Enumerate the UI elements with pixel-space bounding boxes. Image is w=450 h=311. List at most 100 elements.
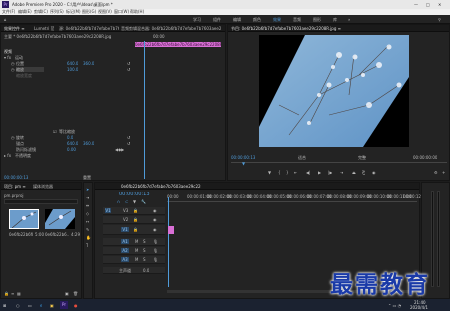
anchor-y-value[interactable]: 360.0 bbox=[83, 141, 94, 146]
track-a2-mic-icon[interactable]: 🎙 bbox=[153, 248, 158, 253]
premiere-taskbar-icon[interactable]: Pr bbox=[60, 301, 68, 309]
list-view-icon[interactable]: ≡ bbox=[11, 291, 14, 296]
menu-marker[interactable]: 标记(M) bbox=[66, 9, 81, 14]
track-v1-lock-icon[interactable]: 🔒 bbox=[133, 227, 138, 232]
ripple-edit-tool-icon[interactable]: ⇹ bbox=[86, 203, 89, 208]
workspace-color[interactable]: 颜色 bbox=[253, 17, 261, 22]
quality-dropdown[interactable]: 完整 bbox=[358, 155, 366, 160]
timeline-playhead[interactable] bbox=[168, 197, 169, 287]
track-source-v1[interactable]: V1 bbox=[105, 208, 111, 213]
step-forward-icon[interactable]: |▶ bbox=[328, 170, 332, 175]
reset-label[interactable]: 重置 bbox=[83, 175, 91, 180]
tab-audio-clip-mixer[interactable]: 音频剪辑混合器: 0e6fb22b6fb7d7efabe7b7603aee29c… bbox=[121, 26, 221, 31]
anchor-x-value[interactable]: 640.0 bbox=[67, 141, 78, 146]
track-a2[interactable]: A2 M S 🎙 bbox=[103, 247, 165, 255]
effect-controls-timecode[interactable]: 00:00:00:13 bbox=[4, 175, 28, 180]
position-x-value[interactable]: 640.0 bbox=[67, 61, 78, 66]
lift-icon[interactable]: ⏏ bbox=[352, 170, 356, 175]
menu-sequence[interactable]: 序列(S) bbox=[50, 9, 64, 14]
delete-icon[interactable]: 🗑 bbox=[73, 291, 78, 296]
reset-rotation-icon[interactable]: ↺ bbox=[127, 135, 130, 140]
menu-file[interactable]: 文件(F) bbox=[2, 9, 15, 14]
timeline-settings-icon[interactable]: 🔧 bbox=[141, 199, 146, 204]
home-icon[interactable]: ⌂ bbox=[4, 17, 7, 22]
type-tool-icon[interactable]: T bbox=[86, 243, 88, 248]
tab-lumetri-scopes[interactable]: Lumetri 范围 bbox=[34, 26, 54, 31]
minimize-button[interactable]: — bbox=[414, 2, 418, 7]
export-frame-icon[interactable]: ◉ bbox=[372, 170, 376, 175]
mark-in-icon[interactable]: { bbox=[278, 170, 281, 175]
stopwatch-position-icon[interactable]: ◷ bbox=[11, 61, 15, 66]
lock-icon[interactable]: 🔒 bbox=[4, 291, 9, 296]
tab-source[interactable]: 源: 0e6fb22b6fb7d7efabe7b7603aee29c2208R.… bbox=[59, 26, 119, 31]
close-button[interactable]: ✕ bbox=[438, 2, 441, 7]
mark-out-icon[interactable]: } bbox=[286, 170, 289, 175]
scale-value[interactable]: 100.0 bbox=[67, 67, 78, 72]
stopwatch-scale-icon[interactable]: ◷ bbox=[11, 67, 15, 72]
flicker-value[interactable]: 0.00 bbox=[67, 147, 76, 152]
menu-edit[interactable]: 编辑(E) bbox=[18, 9, 32, 14]
razor-tool-icon[interactable]: ◇ bbox=[86, 211, 89, 216]
task-view-icon[interactable]: ▭ bbox=[28, 303, 32, 308]
workspace-audio[interactable]: 音频 bbox=[293, 17, 301, 22]
edge-icon[interactable]: e bbox=[40, 303, 42, 308]
track-a2-mute[interactable]: M bbox=[135, 248, 138, 253]
scale-slider-area[interactable] bbox=[4, 79, 128, 123]
menu-view[interactable]: 视图(V) bbox=[98, 9, 112, 14]
project-search[interactable] bbox=[4, 199, 78, 204]
menu-graphics[interactable]: 图形(G) bbox=[82, 9, 96, 14]
tab-effect-controls[interactable]: 效果控件 ≡ bbox=[4, 26, 25, 31]
track-a3-label[interactable]: A3 bbox=[121, 257, 129, 262]
media-thumbnail-1[interactable] bbox=[9, 209, 39, 229]
taskbar-search-icon[interactable]: ○ bbox=[16, 303, 20, 308]
keyframe-nav-icon[interactable]: ◀◆▶ bbox=[115, 147, 124, 152]
track-a3-solo[interactable]: S bbox=[143, 257, 146, 262]
fx-motion-toggle[interactable]: ▾ fx bbox=[4, 55, 11, 60]
add-button-icon[interactable]: + bbox=[442, 170, 445, 175]
mini-playhead[interactable] bbox=[144, 41, 145, 179]
stopwatch-rotation-icon[interactable]: ◷ bbox=[11, 135, 15, 140]
track-master[interactable]: 主声道 0.0 bbox=[103, 267, 165, 274]
track-select-tool-icon[interactable]: ⇥ bbox=[86, 195, 89, 200]
rotation-value[interactable]: 0.0 bbox=[67, 135, 73, 140]
workspace-effects[interactable]: 效果 bbox=[273, 17, 281, 22]
program-playhead-icon[interactable]: ▼ bbox=[242, 161, 245, 166]
media-item-2-name[interactable]: 0e6fb22b6... bbox=[45, 232, 69, 237]
track-a3-mute[interactable]: M bbox=[135, 257, 138, 262]
slip-tool-icon[interactable]: ↔ bbox=[86, 219, 89, 224]
maximize-button[interactable]: □ bbox=[426, 2, 430, 7]
workspace-assembly[interactable]: 组件 bbox=[213, 17, 221, 22]
track-a1-label[interactable]: A1 bbox=[121, 239, 129, 244]
clock-date[interactable]: 2020/4/1 bbox=[410, 305, 428, 310]
add-marker-timeline-icon[interactable]: ▼ bbox=[133, 199, 136, 204]
explorer-icon[interactable]: ▣ bbox=[50, 303, 54, 308]
tab-media-browser[interactable]: 媒体浏览器 bbox=[33, 184, 53, 189]
tab-project[interactable]: 项目: pm ≡ bbox=[4, 184, 26, 189]
hand-tool-icon[interactable]: ✋ bbox=[86, 235, 91, 240]
track-a1[interactable]: A1 M S 🎙 bbox=[103, 238, 165, 246]
program-canvas[interactable] bbox=[259, 35, 409, 147]
pen-tool-icon[interactable]: ✎ bbox=[86, 227, 89, 232]
go-to-in-icon[interactable]: ⇤ bbox=[294, 170, 297, 175]
track-a2-label[interactable]: A2 bbox=[121, 248, 129, 253]
search-icon[interactable]: ⚲ bbox=[438, 17, 441, 22]
tab-program[interactable]: 节目: 0e6fb22b6fb7d7efabe7b7603aee29c2208R… bbox=[231, 26, 361, 31]
linked-selection-icon[interactable]: ⊂ bbox=[125, 199, 128, 204]
fx-opacity-toggle[interactable]: ▸ fx bbox=[4, 153, 11, 158]
step-back-icon[interactable]: ◀| bbox=[306, 170, 310, 175]
timeline-ruler[interactable]: 00:00 00:00:01:00 00:00:02:00 00:00:03:0… bbox=[167, 194, 427, 202]
media-item-1-name[interactable]: 0e6fb22b6fb... bbox=[9, 232, 33, 237]
track-v1-eye-icon[interactable]: ◉ bbox=[153, 227, 157, 232]
play-icon[interactable]: ▶ bbox=[318, 170, 321, 175]
position-y-value[interactable]: 360.0 bbox=[83, 61, 94, 66]
track-a1-solo[interactable]: S bbox=[143, 239, 146, 244]
track-v3[interactable]: V1 V3 🔒 ◉ bbox=[103, 207, 165, 215]
master-value[interactable]: 0.0 bbox=[143, 268, 149, 273]
track-v1-label[interactable]: V1 bbox=[121, 227, 129, 232]
source-label[interactable]: 主要 * 0e6fb22b6fb7d7efabe7b7603aee29c2208… bbox=[4, 34, 124, 39]
track-v3-lock-icon[interactable]: 🔒 bbox=[133, 208, 138, 213]
track-a2-solo[interactable]: S bbox=[143, 248, 146, 253]
snap-icon[interactable]: ∩ bbox=[117, 199, 120, 204]
extract-icon[interactable]: ⎗ bbox=[362, 170, 365, 175]
track-v2[interactable]: V2 🔒 ◉ bbox=[103, 216, 165, 224]
